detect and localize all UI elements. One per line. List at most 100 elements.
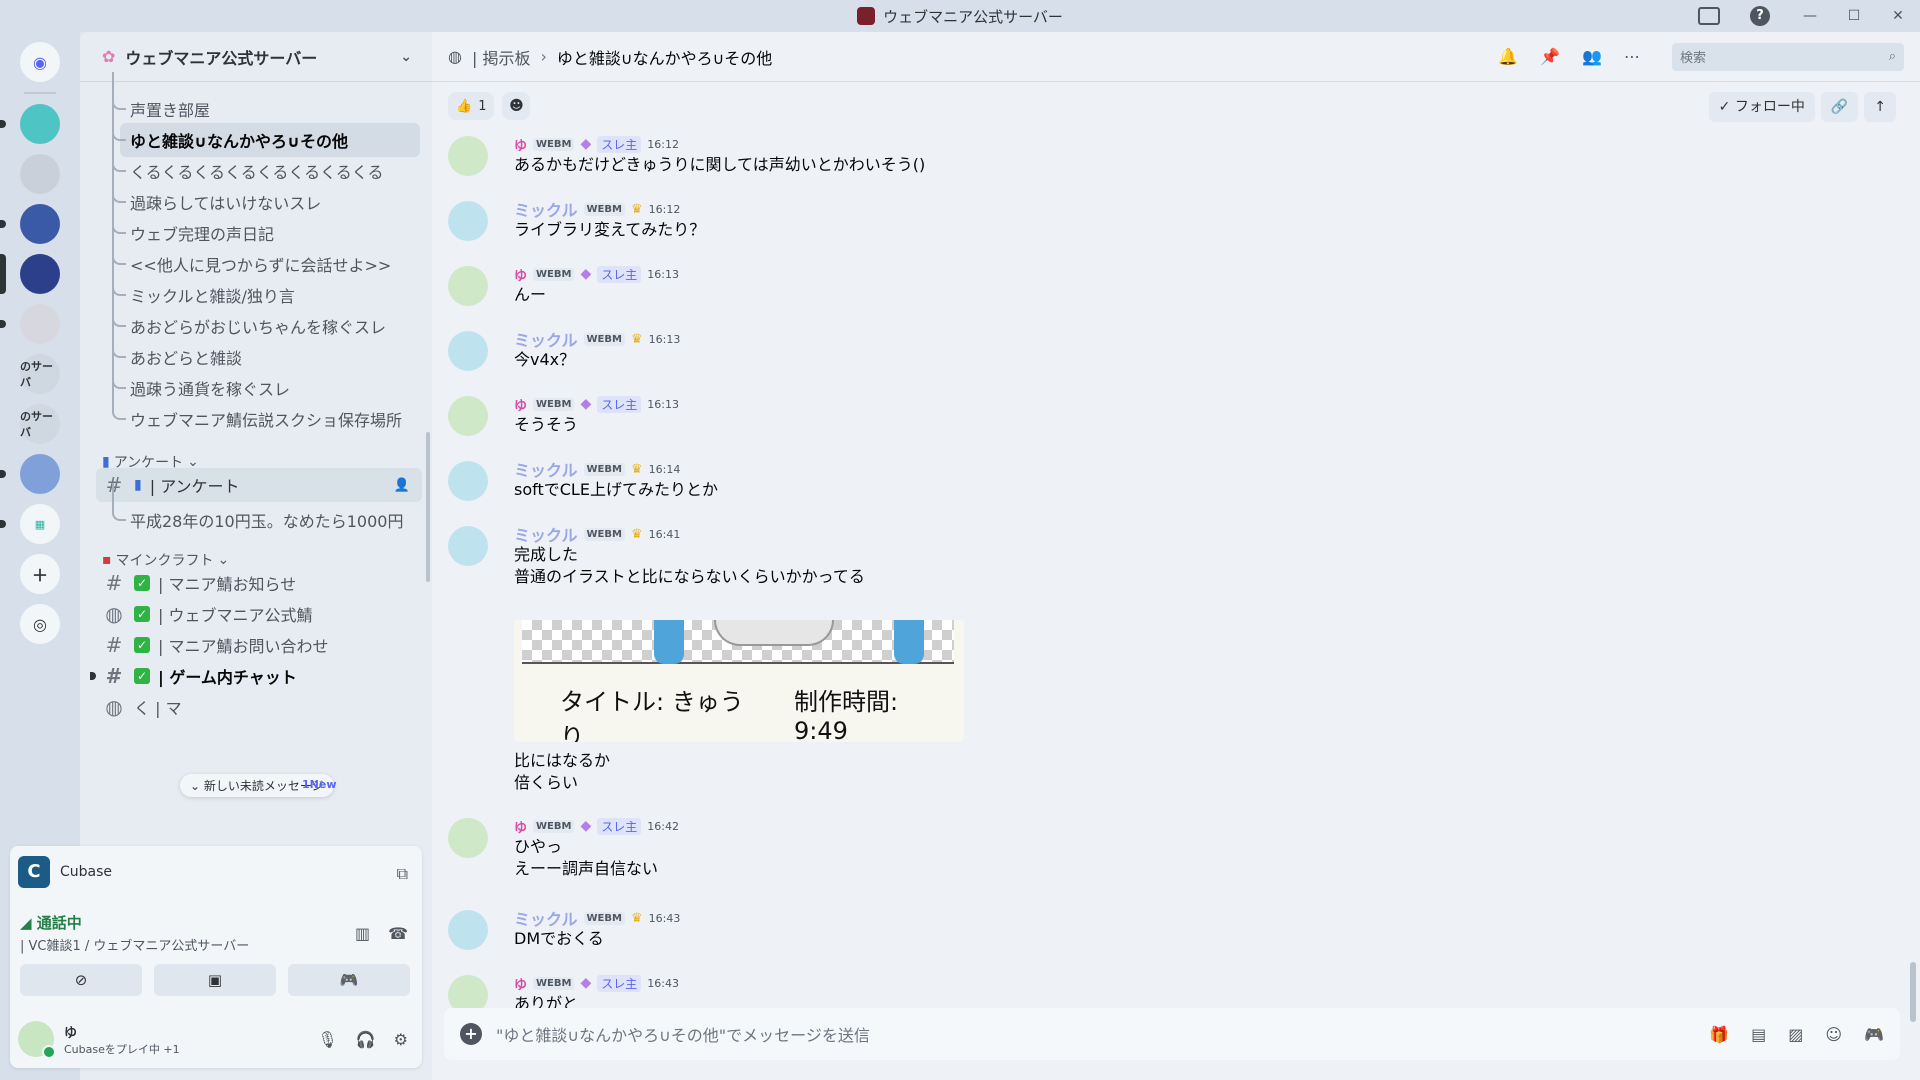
channel-item[interactable]: # ✓ | マニア鯖お知らせ	[96, 566, 422, 600]
thread-item[interactable]: あおどらと雑談	[110, 320, 422, 374]
add-reaction-icon[interactable]: ☻	[502, 92, 531, 120]
avatar[interactable]	[448, 201, 488, 241]
scroll-top-icon[interactable]: ↑	[1864, 92, 1896, 122]
avatar[interactable]	[448, 331, 488, 371]
server-icon-3[interactable]	[0, 204, 60, 244]
server-header[interactable]: ✿ ウェブマニア公式サーバー ⌄	[80, 32, 432, 82]
author-name[interactable]: ミックル	[514, 327, 578, 351]
author-name[interactable]: ミックル	[514, 522, 578, 546]
chart-icon: ▮	[134, 477, 142, 493]
help-icon[interactable]: ?	[1750, 6, 1770, 26]
thread-item[interactable]: あおどらがおじいちゃんを稼ぐスレ	[110, 289, 422, 343]
channel-label: | アンケート	[149, 477, 240, 496]
breadcrumb-parent[interactable]: | 掲示板	[472, 45, 530, 69]
author-name[interactable]: ミックル	[514, 197, 578, 221]
image-attachment[interactable]: タイトル: きゅうり 制作時間: 9:49	[514, 620, 964, 742]
server-icon-2[interactable]	[20, 154, 60, 194]
avatar[interactable]	[448, 396, 488, 436]
activity-app[interactable]: C Cubase	[18, 856, 112, 888]
server-icon-1[interactable]	[0, 104, 60, 144]
explore-icon[interactable]: ◎	[20, 604, 60, 644]
channel-item[interactable]: ◍ く | マ	[96, 690, 422, 724]
avatar[interactable]	[448, 461, 488, 501]
avatar[interactable]	[448, 266, 488, 306]
add-attachment-icon[interactable]: +	[460, 1023, 482, 1045]
stream-game-icon[interactable]: ⧉	[397, 864, 408, 884]
avatar[interactable]	[18, 1021, 56, 1059]
search-icon: ⌕	[1888, 49, 1896, 64]
thread-item[interactable]: <<他人に見つからずに会話せよ>>	[110, 227, 422, 281]
avatar[interactable]	[448, 526, 488, 566]
avatar[interactable]	[448, 136, 488, 176]
chevron-down-icon[interactable]: ⌄	[400, 49, 412, 65]
author-name[interactable]: ミックル	[514, 906, 578, 930]
thread-item[interactable]: 過疎う通貨を稼ぐスレ	[110, 351, 422, 405]
search-input[interactable]: 検索 ⌕	[1672, 42, 1904, 71]
screen-share-button[interactable]: ▣	[154, 964, 276, 996]
thread-item[interactable]: 過疎らしてはいけないスレ	[110, 165, 422, 219]
voice-channel-path[interactable]: | VC雑談1 / ウェブマニア公式サーバー	[20, 935, 249, 954]
reaction-thumbs-up[interactable]: 👍 1	[448, 92, 495, 120]
server-icon-5[interactable]	[0, 304, 60, 344]
message-composer[interactable]: + "ゆと雑談∪なんかやろ∪その他"でメッセージを送信 🎁 ▤ ▨ ☺ 🎮	[444, 1008, 1900, 1060]
avatar[interactable]	[448, 910, 488, 950]
message-input[interactable]: "ゆと雑談∪なんかやろ∪その他"でメッセージを送信	[496, 1022, 870, 1046]
headphones-icon[interactable]: 🎧	[356, 1030, 376, 1049]
author-name[interactable]: ゆ	[514, 817, 527, 836]
author-name[interactable]: ゆ	[514, 135, 527, 154]
author-name[interactable]: ゆ	[514, 974, 527, 993]
thread-item[interactable]: ミックルと雑談/独り言	[110, 258, 422, 312]
message-meta: ミックル WEBM ♛ 16:41	[514, 522, 680, 546]
gif-icon[interactable]: ▤	[1751, 1025, 1766, 1044]
user-info[interactable]: ゆ Cubaseをプレイ中 +1	[64, 1022, 180, 1057]
thread-item[interactable]: ウェブマニア鯖伝説スクショ保存場所	[110, 382, 422, 436]
noise-suppression-icon[interactable]: ▥	[355, 924, 370, 943]
discord-home-icon[interactable]: ◉	[20, 42, 60, 82]
copy-link-icon[interactable]: 🔗	[1820, 92, 1859, 122]
voice-connected-label[interactable]: ◢ 通話中	[20, 912, 249, 933]
pin-icon[interactable]: 📌	[1540, 47, 1560, 66]
message-scrollbar[interactable]	[1910, 962, 1916, 1022]
thread-item[interactable]: 声置き部屋	[110, 72, 422, 126]
maximize-button[interactable]: ☐	[1832, 8, 1876, 24]
channel-item[interactable]: # ✓ | マニア鯖お問い合わせ	[96, 628, 422, 662]
emoji-icon[interactable]: ☺	[1825, 1025, 1842, 1044]
sidebar-scrollbar[interactable]	[426, 432, 430, 582]
channel-item-unread[interactable]: # ✓ | ゲーム内チャット	[90, 659, 422, 693]
bell-icon[interactable]: 🔔	[1498, 47, 1518, 66]
microphone-icon[interactable]: 🎙	[317, 1030, 337, 1049]
thread-item[interactable]: くるくるくるくるくるくるくるくる	[110, 134, 422, 188]
avatar[interactable]	[448, 818, 488, 858]
close-button[interactable]: ✕	[1876, 8, 1920, 24]
follow-button[interactable]: ✓ フォロー中	[1708, 92, 1815, 122]
members-icon[interactable]: 👥	[1582, 47, 1602, 66]
image-face	[714, 620, 834, 646]
server-icon-7[interactable]: のサーバ	[20, 404, 60, 444]
minimize-button[interactable]: —	[1788, 8, 1832, 24]
author-name[interactable]: ゆ	[514, 395, 527, 414]
server-icon-8[interactable]	[0, 454, 60, 494]
add-member-icon[interactable]: 👤	[394, 478, 410, 493]
thread-item[interactable]: 平成28年の10円玉。なめたら1000円	[110, 483, 422, 537]
thread-item-active[interactable]: ゆと雑談∪なんかやろ∪その他	[112, 103, 420, 157]
gift-icon[interactable]: 🎁	[1709, 1025, 1729, 1044]
server-icon-4[interactable]	[0, 254, 60, 294]
apps-icon[interactable]: 🎮	[1864, 1025, 1884, 1044]
author-name[interactable]: ゆ	[514, 265, 527, 284]
server-icon-6[interactable]: のサーバ	[20, 354, 60, 394]
activity-button[interactable]: 🎮	[288, 964, 410, 996]
gear-icon[interactable]: ⚙	[394, 1030, 408, 1049]
boost-flower-icon: ✿	[102, 47, 116, 66]
add-server-icon[interactable]: ＋	[20, 554, 60, 594]
message-body: softでCLE上げてみたりとか	[514, 480, 718, 499]
thread-item[interactable]: ウェブ完理の声日記	[110, 196, 422, 250]
channel-survey[interactable]: # ▮ | アンケート 👤	[96, 468, 422, 502]
server-icon-9[interactable]: ▦	[0, 504, 60, 544]
camera-off-button[interactable]: ⊘	[20, 964, 142, 996]
channel-item[interactable]: ◍ ✓ | ウェブマニア公式鯖	[96, 597, 422, 631]
sticker-icon[interactable]: ▨	[1788, 1025, 1803, 1044]
inbox-icon[interactable]	[1698, 7, 1720, 25]
author-name[interactable]: ミックル	[514, 457, 578, 481]
more-icon[interactable]: ⋯	[1624, 47, 1640, 66]
disconnect-icon[interactable]: ☎	[388, 924, 408, 943]
